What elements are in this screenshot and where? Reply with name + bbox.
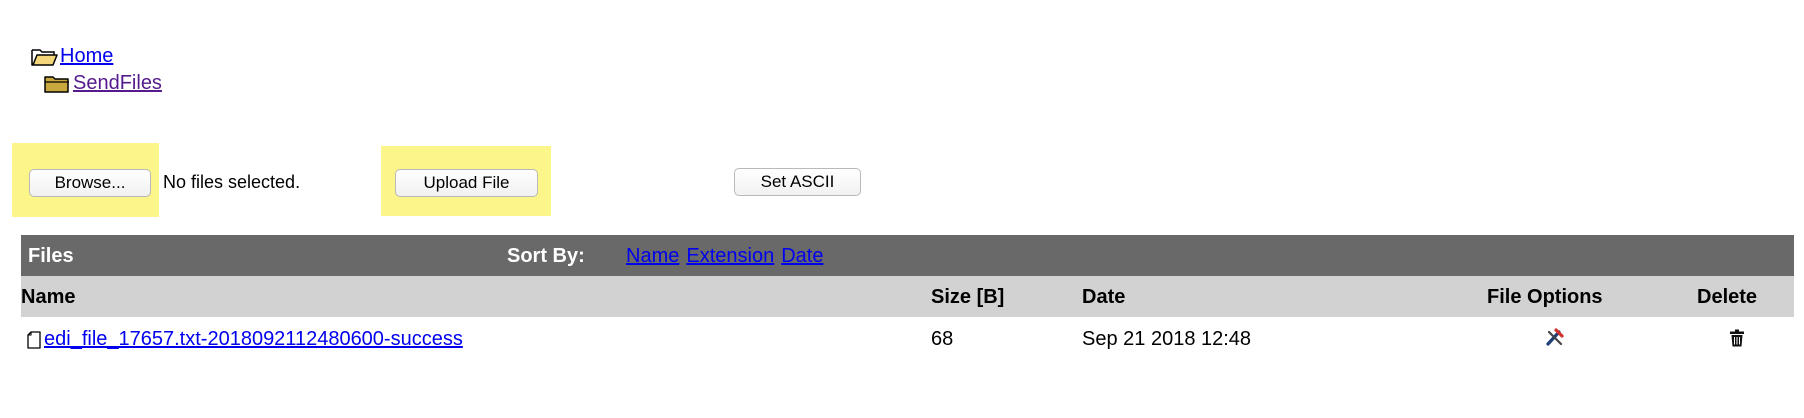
column-header-size: Size [B] (931, 286, 1005, 308)
file-date-cell: Sep 21 2018 12:48 (1082, 328, 1252, 350)
table-row: edi_file_17657.txt-2018092112480600-succ… (21, 317, 1794, 357)
sort-by-name-link[interactable]: Name (626, 245, 679, 268)
column-header-file-options: File Options (1487, 286, 1603, 308)
table-header: Name Size [B] Date File Options Delete (21, 276, 1794, 317)
column-header-name: Name (21, 286, 76, 308)
upload-file-button[interactable]: Upload File (395, 169, 538, 197)
files-title: Files (28, 245, 74, 267)
sort-by-label: Sort By: (507, 245, 585, 267)
breadcrumb-link-sendfiles[interactable]: SendFiles (73, 72, 162, 95)
delete-file-button[interactable] (1729, 329, 1745, 353)
file-icon (27, 330, 41, 349)
browse-button[interactable]: Browse... (29, 169, 151, 197)
sort-by-date-link[interactable]: Date (781, 245, 823, 268)
column-header-date: Date (1082, 286, 1126, 308)
sort-options: Name Extension Date (626, 245, 823, 268)
folder-icon (44, 75, 69, 93)
file-selection-status: No files selected. (163, 172, 301, 192)
breadcrumb-link-home[interactable]: Home (60, 45, 113, 68)
files-panel-header: Files Sort By: Name Extension Date (21, 235, 1794, 276)
file-name-link[interactable]: edi_file_17657.txt-2018092112480600-succ… (44, 328, 463, 351)
file-size-cell: 68 (931, 328, 954, 350)
file-options-button[interactable] (1545, 328, 1565, 352)
breadcrumb-item-home: Home (31, 45, 113, 68)
set-ascii-button[interactable]: Set ASCII (734, 168, 861, 196)
trash-icon (1730, 329, 1744, 347)
file-name-cell: edi_file_17657.txt-2018092112480600-succ… (27, 328, 463, 351)
breadcrumb-item-sendfiles: SendFiles (44, 72, 162, 95)
sort-by-extension-link[interactable]: Extension (686, 245, 774, 268)
tools-icon (1546, 328, 1564, 346)
open-folder-icon (31, 48, 58, 66)
column-header-delete: Delete (1697, 286, 1758, 308)
